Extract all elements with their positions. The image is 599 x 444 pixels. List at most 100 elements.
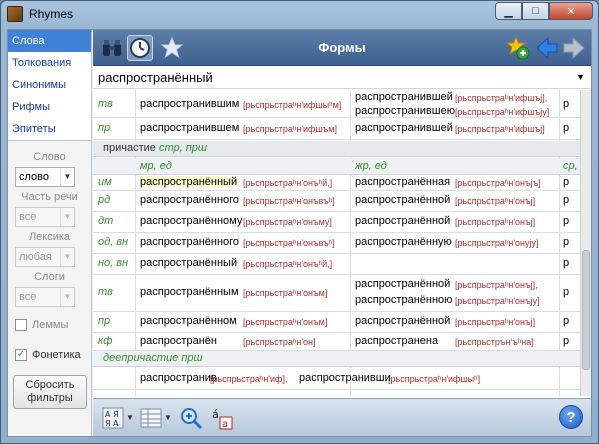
- reset-filters-button[interactable]: Сбросить фильтры: [13, 375, 87, 409]
- form-cell: р: [563, 176, 570, 188]
- section-header-gerund: деепричастие прш: [93, 351, 580, 367]
- transcription-cell: [рьспрьстраʰн'онъвъʰ]: [243, 238, 335, 248]
- window-controls: ▁ □ ✕: [495, 2, 593, 20]
- phonetics-label: Фонетика: [32, 349, 81, 361]
- case-label: дт: [98, 215, 114, 227]
- transcription-cell: [рьспрьстраʰн'онъвъʰ]: [243, 196, 335, 206]
- section-header-participle: причастие стр, прш: [93, 141, 580, 157]
- back-arrow-icon[interactable]: [534, 35, 560, 61]
- syllables-filter-select[interactable]: все ▼: [15, 287, 75, 307]
- title-bar[interactable]: Rhymes ▁ □ ✕: [1, 1, 598, 27]
- maximize-button[interactable]: □: [522, 2, 549, 20]
- form-cell: р: [563, 236, 570, 248]
- font-size-icon[interactable]: áa: [210, 406, 234, 430]
- section-label: деепричастие прш: [103, 352, 203, 364]
- form-cell: р: [563, 286, 570, 298]
- sort-icon[interactable]: АЯЯА: [101, 406, 125, 430]
- transcription-cell: [рьспрьстраʰн'онъʰй,]: [243, 178, 333, 188]
- form-cell: распространившею: [355, 105, 455, 117]
- minimize-button[interactable]: ▁: [495, 2, 522, 20]
- form-cell: распространившим: [140, 98, 240, 110]
- chevron-down-icon: ▼: [60, 248, 74, 266]
- transcription-cell: [рьспрьстраʰн'онъму]: [243, 217, 332, 227]
- form-cell: распространившей: [355, 91, 453, 103]
- svg-text:Я: Я: [113, 410, 119, 419]
- pos-filter-label: Часть речи: [21, 191, 78, 203]
- section-title-gerund: деепричастие прш: [103, 352, 203, 364]
- form-cell: распространён: [140, 335, 217, 347]
- table-row[interactable]: дт распространённому [рьспрьстраʰн'онъму] р…: [93, 212, 580, 233]
- word-filter-label: Слово: [33, 151, 66, 163]
- word-filter-value: слово: [19, 171, 49, 183]
- table-row[interactable]: им распространённый [рьспрьстраʰн'онъʰй,] р…: [93, 176, 580, 191]
- chevron-down-icon[interactable]: ▼: [126, 413, 134, 422]
- sidebar-item-epithets[interactable]: Эпитеты: [8, 118, 91, 140]
- zoom-icon[interactable]: [179, 406, 203, 430]
- scrollbar-thumb[interactable]: [582, 250, 590, 370]
- transcription-cell: [рьспрьстраʰн'онъм]: [243, 288, 328, 298]
- add-favorite-icon[interactable]: [505, 35, 531, 61]
- close-button[interactable]: ✕: [549, 2, 593, 20]
- phonetics-checkbox[interactable]: ✓ Фонетика: [15, 347, 88, 363]
- app-icon: [7, 6, 23, 22]
- transcription-cell: [рьспрьстраʰн'онъj]: [455, 196, 536, 206]
- transcription-cell: [рьспрьстраʰн'ифшъjу]: [455, 107, 550, 117]
- word-select-value: распространённый: [98, 70, 213, 85]
- syllables-filter-label: Слоги: [34, 271, 65, 283]
- case-label: но, вн: [98, 257, 129, 269]
- form-cell: распространённой: [355, 315, 451, 327]
- reset-label-line1: Сбросить: [25, 379, 75, 391]
- chevron-down-icon: ▼: [60, 288, 74, 306]
- lexicon-filter-select[interactable]: любая ▼: [15, 247, 75, 267]
- table-view-icon[interactable]: [139, 406, 163, 430]
- form-cell: р: [563, 257, 570, 269]
- transcription-cell: [рьспрьстрън'ъʰна]: [455, 337, 534, 347]
- transcription-cell: [рьспрьстраʰн'онуjу]: [455, 238, 539, 248]
- chevron-down-icon: ▼: [576, 72, 585, 82]
- table-row[interactable]: од, вн распространённого [рьспрьстраʰн'онъ…: [93, 233, 580, 254]
- form-cell: р: [563, 315, 570, 327]
- transcription-cell: [рьспрьстраʰн'ифшъj],: [455, 93, 548, 103]
- table-row[interactable]: но, вн распространённый [рьспрьстраʰн'онъʰ…: [93, 254, 580, 275]
- forward-arrow-icon[interactable]: [561, 35, 587, 61]
- svg-text:a: a: [222, 419, 228, 430]
- main-panel: Формы распространённый ▼ тв распространи…: [93, 30, 591, 436]
- form-cell: р: [563, 194, 570, 206]
- sidebar-item-words[interactable]: Слова: [8, 30, 91, 52]
- form-cell: р: [563, 122, 570, 134]
- table-row[interactable]: рд распространённого [рьспрьстраʰн'онъвъʰ]…: [93, 191, 580, 212]
- transcription-cell: [рьспрьстраʰн'онъj]: [455, 217, 536, 227]
- sidebar-item-rhymes[interactable]: Рифмы: [8, 96, 91, 118]
- lemmas-checkbox[interactable]: Леммы: [15, 317, 88, 333]
- window-title: Rhymes: [29, 7, 74, 21]
- form-cell: распространённою: [355, 294, 453, 306]
- form-cell: распространённой: [355, 194, 451, 206]
- table-row[interactable]: пр распространённом [рьспрьстраʰн'онъм] рас…: [93, 312, 580, 333]
- table-row[interactable]: пр распространившем [рьспрьстраʰн'ифшъм]…: [93, 118, 580, 140]
- case-label: им: [98, 176, 112, 188]
- column-header-fem-sg: жр, ед: [355, 160, 387, 172]
- sidebar-item-definitions[interactable]: Толкования: [8, 52, 91, 74]
- checkmark-icon: ✓: [15, 349, 27, 361]
- pos-filter-select[interactable]: все ▼: [15, 207, 75, 227]
- form-cell: распространившей: [355, 122, 453, 134]
- form-cell: распространившем: [140, 122, 240, 134]
- column-header-neut: ср,: [563, 160, 578, 172]
- table-row[interactable]: кф распространён [рьспрьстраʰн'он] распрост…: [93, 333, 580, 351]
- lemmas-label: Леммы: [32, 319, 69, 331]
- sidebar-item-synonyms[interactable]: Синонимы: [8, 74, 91, 96]
- case-label: пр: [98, 122, 111, 134]
- form-cell: распространена: [355, 335, 439, 347]
- word-filter-select[interactable]: слово ▼: [15, 167, 75, 187]
- table-row[interactable]: тв распространённым [рьспрьстраʰн'онъм] рас…: [93, 275, 580, 312]
- table-row[interactable]: распространив [рьспрьстраʰн'иф], распрос…: [93, 368, 580, 390]
- table-row[interactable]: тв распространившим [рьспрьстраʰн'ифшыʰм…: [93, 90, 580, 118]
- chevron-down-icon[interactable]: ▼: [164, 413, 172, 422]
- transcription-cell: [рьспрьстраʰн'онъj]: [455, 317, 536, 327]
- help-icon[interactable]: ?: [559, 405, 583, 429]
- word-select[interactable]: распространённый ▼: [93, 67, 591, 89]
- section-prefix: причастие: [103, 142, 159, 154]
- transcription-cell: [рьспрьстраʰн'ифшыʰ]: [388, 374, 481, 384]
- vertical-scrollbar[interactable]: [580, 90, 591, 396]
- form-cell: распространённый: [140, 257, 238, 269]
